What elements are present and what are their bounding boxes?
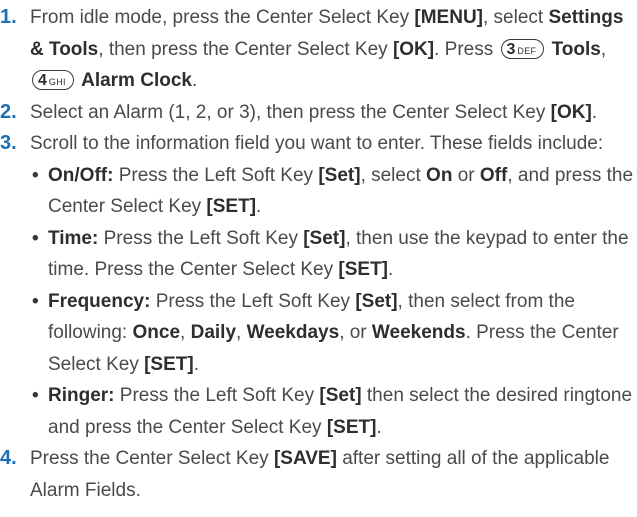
step-text: . Press <box>434 38 499 60</box>
step-1: 1. From idle mode, press the Center Sele… <box>0 2 637 97</box>
weekends-option-label: Weekends <box>371 322 466 343</box>
weekdays-option-label: Weekdays <box>246 322 340 343</box>
alarm-fields-list: On/Off: Press the Left Soft Key [Set], s… <box>30 160 637 444</box>
field-text: . <box>193 353 199 375</box>
step-number: 1. <box>0 6 17 28</box>
step-2: 2. Select an Alarm (1, 2, or 3), then pr… <box>0 97 637 129</box>
keypad-4-icon: 4 GHI <box>32 70 74 90</box>
field-frequency: Frequency: Press the Left Soft Key [Set]… <box>30 286 637 381</box>
set-key-label: [Set] <box>318 164 361 186</box>
field-text: or <box>452 164 480 186</box>
field-text: Press the Left Soft Key <box>98 227 304 249</box>
set-key-label: [SET] <box>144 353 194 375</box>
ok-key-label: [OK] <box>550 101 592 123</box>
step-text: Select an Alarm (1, 2, or 3), then press… <box>30 101 551 123</box>
field-label: Ringer: <box>48 385 115 406</box>
key-number: 4 <box>38 72 47 89</box>
field-label: On/Off: <box>48 164 114 186</box>
step-text: , then press the Center Select Key <box>98 38 393 60</box>
tools-label: Tools <box>551 38 601 60</box>
field-text: Press the Left Soft Key <box>113 164 319 186</box>
set-key-label: [SET] <box>338 259 389 280</box>
field-text: , <box>236 322 247 343</box>
save-key-label: [SAVE] <box>273 448 337 469</box>
once-option-label: Once <box>132 322 181 343</box>
key-letters: DEF <box>517 45 537 56</box>
step-number: 3. <box>0 132 17 154</box>
set-key-label: [Set] <box>303 227 346 249</box>
off-option-label: Off <box>479 164 508 186</box>
field-text: . <box>256 196 262 217</box>
step-number: 2. <box>0 100 17 123</box>
step-text: Scroll to the information field you want… <box>30 133 604 154</box>
step-text: , select <box>483 7 549 28</box>
alarm-clock-label: Alarm Clock <box>81 70 192 91</box>
on-option-label: On <box>426 164 453 186</box>
field-text: , select <box>360 164 427 186</box>
step-text: Press the Center Select Key <box>30 448 274 469</box>
step-3: 3. Scroll to the information field you w… <box>0 128 637 443</box>
step-text: From idle mode, press the Center Select … <box>30 7 415 28</box>
field-text: . <box>388 259 394 280</box>
field-text: , or <box>339 322 372 343</box>
steps-list: 1. From idle mode, press the Center Sele… <box>0 2 637 506</box>
step-4: 4. Press the Center Select Key [SAVE] af… <box>0 443 637 506</box>
daily-option-label: Daily <box>190 322 237 343</box>
field-text: Press the Left Soft Key <box>114 385 320 406</box>
field-label: Time: <box>48 227 99 249</box>
menu-key-label: [MENU] <box>414 7 483 28</box>
set-key-label: [Set] <box>355 290 398 312</box>
step-text: . <box>591 101 598 123</box>
key-letters: GHI <box>48 77 66 87</box>
set-key-label: [Set] <box>319 385 362 406</box>
set-key-label: [SET] <box>326 416 377 438</box>
step-text: , <box>600 38 607 60</box>
field-on-off: On/Off: Press the Left Soft Key [Set], s… <box>30 160 637 223</box>
key-number: 3 <box>506 40 516 58</box>
ok-key-label: [OK] <box>392 38 435 60</box>
field-text: Press the Left Soft Key <box>150 290 356 312</box>
step-text: . <box>191 70 198 91</box>
set-key-label: [SET] <box>206 196 257 217</box>
instruction-page: 1. From idle mode, press the Center Sele… <box>0 0 637 517</box>
keypad-3-icon: 3 DEF <box>500 38 545 59</box>
field-ringer: Ringer: Press the Left Soft Key [Set] th… <box>30 380 637 443</box>
field-label: Frequency: <box>48 290 151 312</box>
field-text: , <box>180 322 191 343</box>
step-number: 4. <box>0 447 17 469</box>
field-text: . <box>376 416 382 438</box>
field-time: Time: Press the Left Soft Key [Set], the… <box>30 223 637 286</box>
